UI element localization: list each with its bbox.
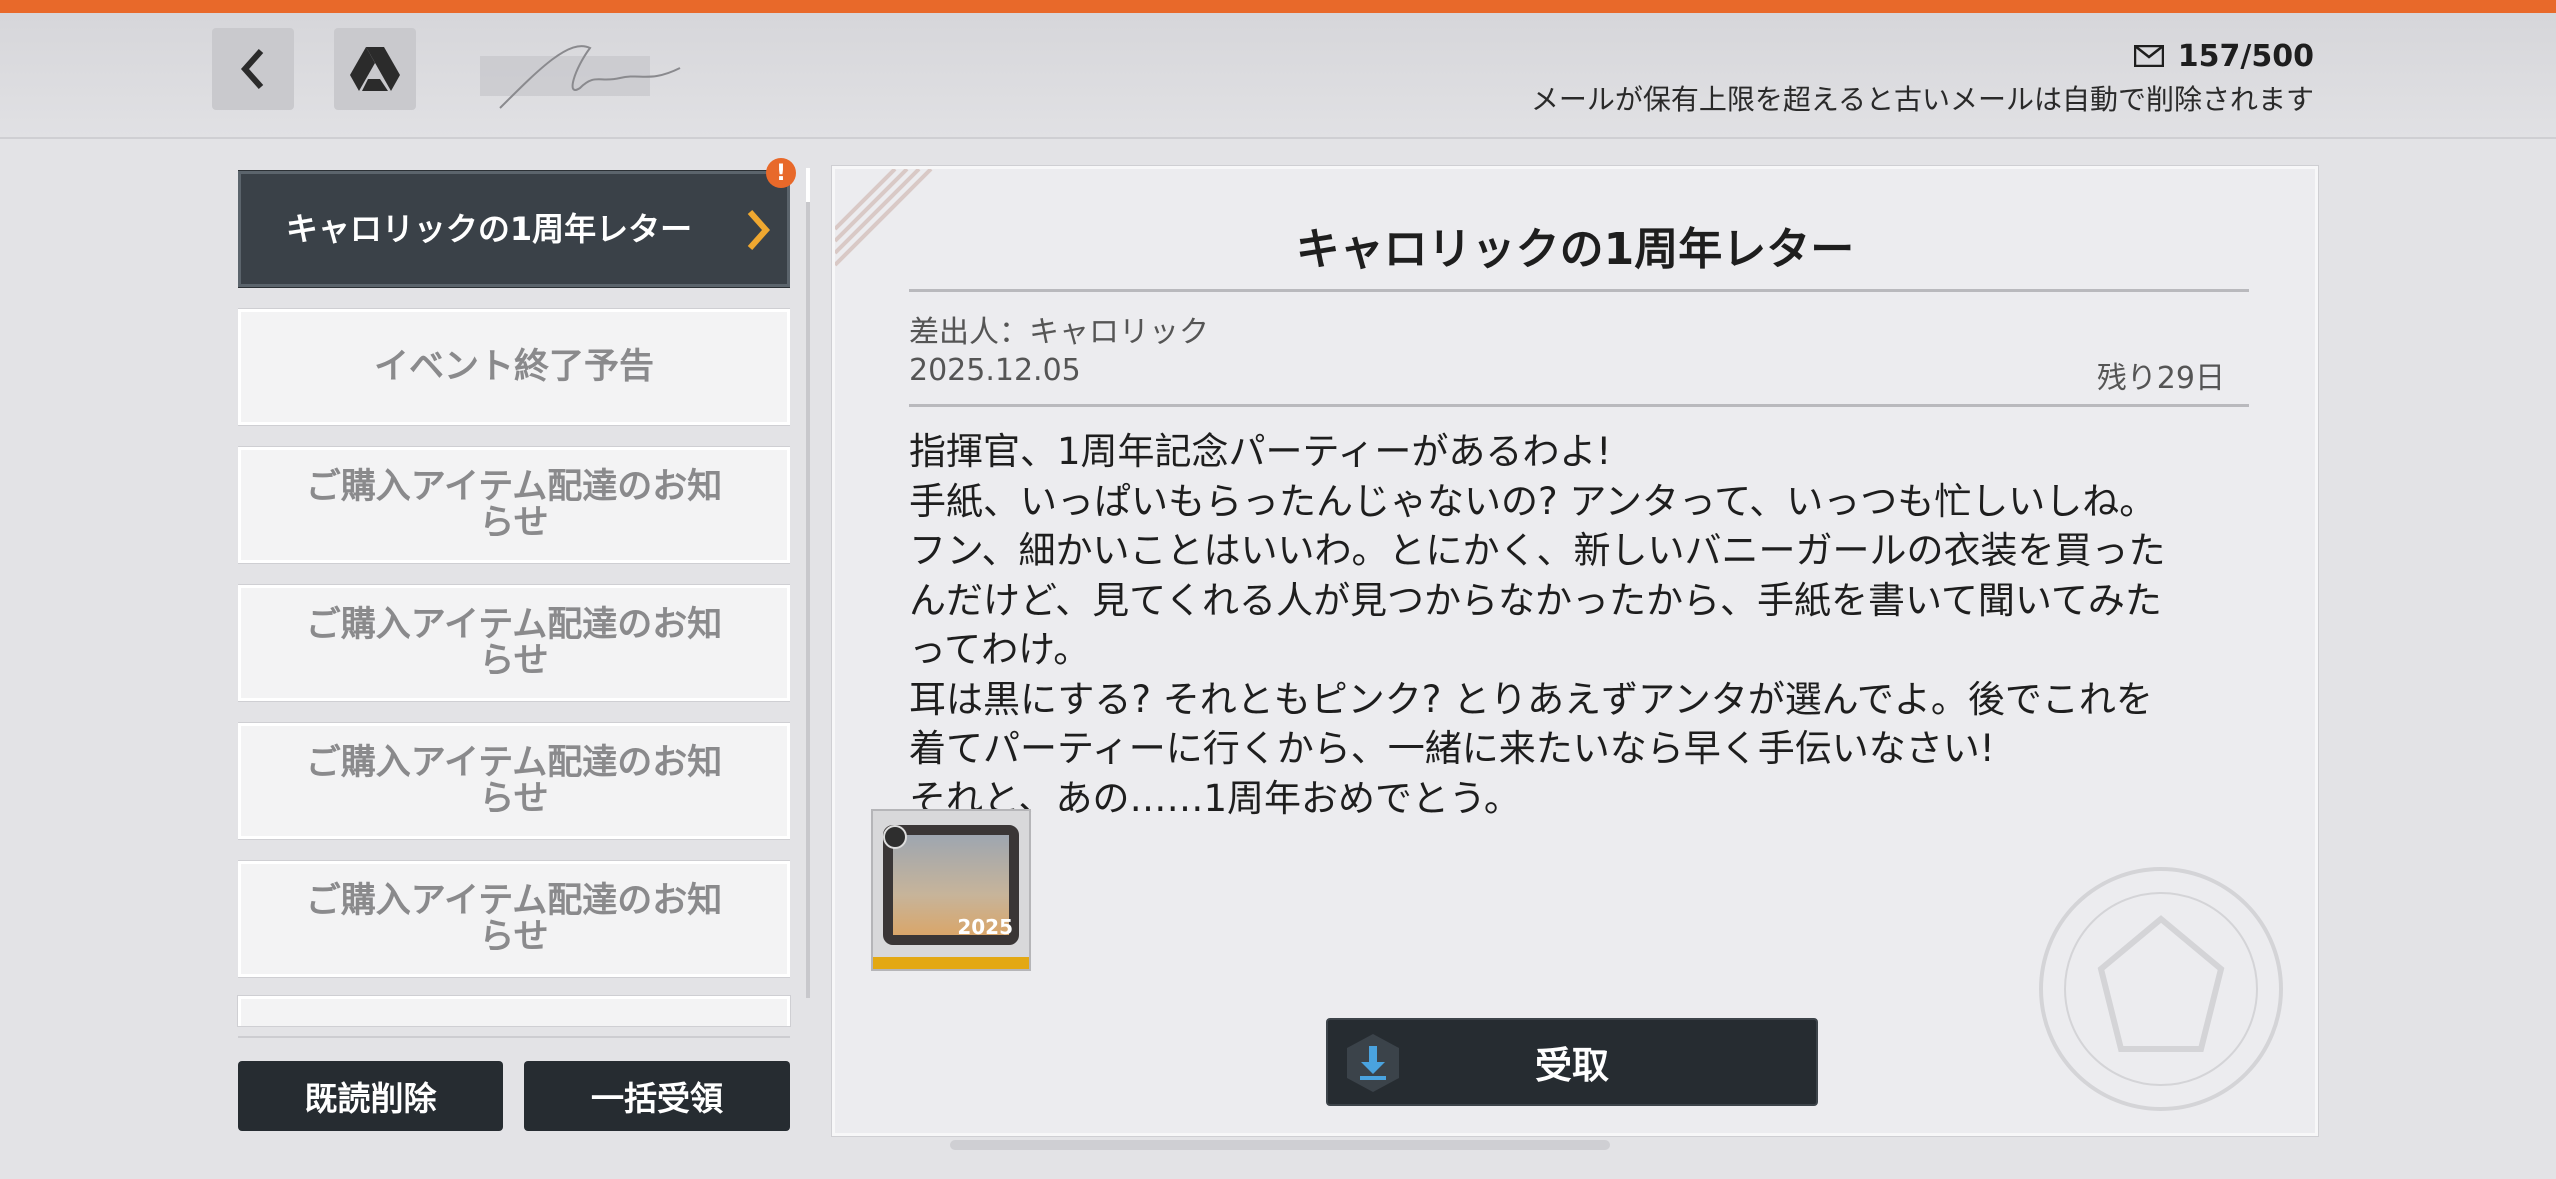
list-scrollbar[interactable] <box>806 168 810 998</box>
mail-item-title: ご購入アイテム配達のお知らせ <box>305 881 723 957</box>
chevron-right-icon <box>747 210 771 250</box>
download-icon <box>1347 1034 1399 1092</box>
mail-item[interactable]: ご購入アイテム配達のお知らせ <box>238 446 790 564</box>
letter-body: 指揮官、1周年記念パーティーがあるわよ! 手紙、いっぱいもらったんじゃないの? … <box>909 427 2269 823</box>
letter-sender: 差出人：キャロリック <box>909 315 1209 350</box>
letter-date: 2025.12.05 <box>909 353 1081 388</box>
reward-label: 2025 <box>957 915 1013 939</box>
mail-icon <box>2133 45 2164 67</box>
mail-item-title: イベント終了予告 <box>373 347 654 387</box>
mail-item-title: ご購入アイテム配達のお知らせ <box>305 743 723 819</box>
alert-icon: ! <box>766 158 796 188</box>
letter-line: 着てパーティーに行くから、一緒に来たいなら早く手伝いなさい! <box>909 727 1995 770</box>
claim-button-label: 受取 <box>1535 1044 1609 1087</box>
mail-item[interactable]: ご購入アイテム配達のお知らせ <box>238 860 790 978</box>
mail-item-title: ご購入アイテム配達のお知らせ <box>305 605 723 681</box>
letter-line: ってわけ。 <box>909 628 1091 671</box>
mail-item-title: キャロリックの1周年レター <box>285 210 693 248</box>
letter-remaining-days: 残り29日 <box>2096 361 2225 396</box>
reward-badge-icon <box>883 825 907 849</box>
drive-icon <box>350 47 400 91</box>
mail-item[interactable]: ご購入アイテム配達のお知らせ <box>238 584 790 702</box>
mail-item[interactable]: ご購入アイテム配達のお知らせ <box>238 722 790 840</box>
mail-list: キャロリックの1周年レター イベント終了予告 ご購入アイテム配達のお知らせ ご購… <box>238 168 790 1028</box>
letter-line: んだけど、見てくれる人が見つからなかったから、手紙を書いて聞いてみた <box>909 578 2162 622</box>
mail-item[interactable]: イベント終了予告 <box>238 308 790 426</box>
delete-read-button[interactable]: 既読削除 <box>238 1061 503 1131</box>
letter-line: 指揮官、1周年記念パーティーがあるわよ! <box>909 430 1612 473</box>
letter-line: フン、細かいことはいいわ。とにかく、新しいバニーガールの衣装を買った <box>909 529 2166 572</box>
drive-button[interactable] <box>334 28 416 110</box>
mail-item-active[interactable]: キャロリックの1周年レター <box>238 170 790 288</box>
mail-item-title: ご購入アイテム配達のお知らせ <box>305 467 723 543</box>
stamp-decoration <box>2039 867 2283 1111</box>
divider <box>909 289 2249 292</box>
mail-count: 157/500 <box>2133 36 2314 76</box>
reward-rarity-bar <box>873 957 1029 969</box>
letter-panel: キャロリックの1周年レター 差出人：キャロリック 2025.12.05 残り29… <box>831 165 2319 1137</box>
divider <box>909 404 2249 407</box>
signature-decoration <box>480 45 681 109</box>
letter-line: 耳は黒にする? それともピンク? とりあえずアンタが選んでよ。後でこれを <box>909 677 2153 721</box>
letter-title: キャロリックの1周年レター <box>1295 224 1855 275</box>
mail-item-partial[interactable] <box>237 995 791 1027</box>
back-icon <box>240 49 264 89</box>
list-scroll-thumb[interactable] <box>806 168 810 202</box>
letter-line: それと、あの……1周年おめでとう。 <box>909 776 1521 820</box>
mail-capacity-note: メールが保有上限を超えると古いメールは自動で削除されます <box>1530 83 2314 116</box>
claim-all-button[interactable]: 一括受領 <box>524 1061 790 1131</box>
mail-count-value: 157/500 <box>2177 38 2314 74</box>
bottom-scrollbar[interactable] <box>950 1140 1610 1150</box>
top-accent-bar <box>0 0 2556 13</box>
list-divider <box>238 1036 790 1038</box>
letter-line: 手紙、いっぱいもらったんじゃないの? アンタって、いっつも忙しいしね。 <box>909 479 2157 523</box>
reward-item[interactable]: 2025 <box>871 809 1031 971</box>
claim-button[interactable]: 受取 <box>1326 1018 1818 1106</box>
back-button[interactable] <box>212 28 294 110</box>
